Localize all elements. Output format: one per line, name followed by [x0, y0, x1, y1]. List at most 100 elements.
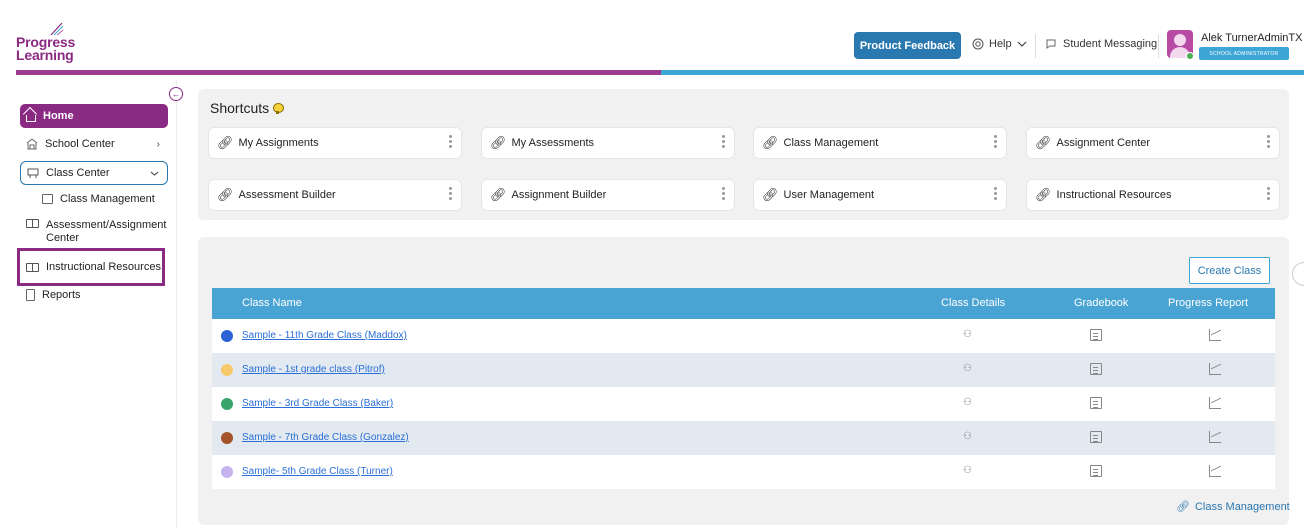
student-messaging-link[interactable]: Student Messaging	[1045, 38, 1157, 50]
header-divider	[1158, 34, 1159, 58]
shortcuts-title-text: Shortcuts	[210, 100, 270, 116]
shortcut-card[interactable]: 🔗︎ Assessment Builder	[209, 180, 461, 210]
class-name-link[interactable]: Sample - 7th Grade Class (Gonzalez)	[242, 432, 409, 443]
progress-chart-icon[interactable]	[1209, 465, 1221, 477]
gradebook-icon[interactable]	[1090, 363, 1102, 375]
class-color-dot	[221, 330, 233, 342]
class-details-icon[interactable]: ⚇	[963, 431, 975, 443]
shortcut-label: My Assignments	[238, 137, 319, 149]
sidebar-item-label: Class Center	[46, 167, 110, 179]
class-details-icon[interactable]: ⚇	[963, 363, 975, 375]
progress-chart-icon[interactable]	[1209, 363, 1221, 375]
shortcut-label: Class Management	[783, 137, 879, 149]
help-lifebuoy-icon	[972, 38, 984, 50]
class-name-link[interactable]: Sample - 3rd Grade Class (Baker)	[242, 398, 393, 409]
more-options-icon[interactable]	[1267, 135, 1270, 148]
more-options-icon[interactable]	[994, 187, 997, 200]
shortcut-label: Instructional Resources	[1056, 189, 1172, 201]
progress-chart-icon[interactable]	[1209, 397, 1221, 409]
home-icon	[26, 114, 36, 122]
sidebar-item-assessment-center[interactable]: Assessment/Assignment Center	[26, 219, 172, 245]
shortcut-card[interactable]: 🔗︎ Instructional Resources	[1027, 180, 1279, 210]
shortcut-label: User Management	[783, 189, 875, 201]
more-options-icon[interactable]	[1267, 187, 1270, 200]
shortcut-card[interactable]: 🔗︎ Class Management	[754, 128, 1006, 158]
online-status-dot	[1186, 52, 1194, 60]
link-icon: 🔗︎	[1176, 501, 1190, 513]
shortcut-card[interactable]: 🔗︎ My Assignments	[209, 128, 461, 158]
shortcuts-title: Shortcuts	[210, 100, 285, 116]
gradebook-icon[interactable]	[1090, 329, 1102, 341]
class-table-header: Class Name Class Details Gradebook Progr…	[212, 288, 1275, 319]
column-header-progress-report[interactable]: Progress Report	[1168, 297, 1248, 309]
class-management-icon	[42, 194, 53, 204]
book-icon	[26, 219, 39, 228]
shortcut-card[interactable]: 🔗︎ Assignment Center	[1027, 128, 1279, 158]
user-name[interactable]: Alek TurnerAdminTX	[1201, 32, 1302, 44]
more-options-icon[interactable]	[722, 135, 725, 148]
shortcut-card[interactable]: 🔗︎ User Management	[754, 180, 1006, 210]
classroom-icon	[27, 168, 39, 178]
lightbulb-icon	[273, 102, 285, 114]
column-header-gradebook[interactable]: Gradebook	[1074, 297, 1128, 309]
gradebook-icon[interactable]	[1090, 465, 1102, 477]
class-management-footer-link[interactable]: 🔗︎ Class Management	[1176, 500, 1290, 514]
table-row: Sample - 11th Grade Class (Maddox) ⚇	[212, 319, 1275, 353]
header-color-stripe	[16, 70, 1304, 75]
gradebook-icon[interactable]	[1090, 431, 1102, 443]
class-details-icon[interactable]: ⚇	[963, 329, 975, 341]
sidebar-item-home[interactable]: Home	[20, 104, 168, 128]
sidebar-item-label: Reports	[42, 289, 81, 301]
sidebar-item-class-center[interactable]: Class Center	[20, 161, 168, 185]
link-icon: 🔗︎	[490, 135, 507, 150]
gradebook-icon[interactable]	[1090, 397, 1102, 409]
class-details-icon[interactable]: ⚇	[963, 397, 975, 409]
shortcut-card[interactable]: 🔗︎ My Assessments	[482, 128, 734, 158]
link-icon: 🔗︎	[217, 187, 234, 202]
help-menu[interactable]: Help	[972, 38, 1027, 50]
sidebar-item-label: Home	[43, 110, 74, 122]
more-options-icon[interactable]	[722, 187, 725, 200]
more-options-icon[interactable]	[449, 135, 452, 148]
collapse-sidebar-icon[interactable]: ←	[169, 87, 183, 101]
sidebar-item-label: Class Management	[60, 193, 155, 205]
sidebar-item-label: School Center	[45, 138, 115, 150]
shortcut-label: Assignment Center	[1056, 137, 1151, 149]
link-icon: 🔗︎	[762, 135, 779, 150]
class-name-link[interactable]: Sample- 5th Grade Class (Turner)	[242, 466, 393, 477]
top-header: Progress Learning Product Feedback Help …	[0, 0, 1304, 76]
scroll-edge-button[interactable]	[1292, 262, 1304, 286]
chevron-down-icon	[1017, 41, 1027, 47]
class-color-dot	[221, 432, 233, 444]
shortcut-label: Assessment Builder	[238, 189, 336, 201]
more-options-icon[interactable]	[994, 135, 997, 148]
sidebar-item-label: Assessment/Assignment Center	[46, 219, 167, 244]
chevron-down-icon	[150, 171, 159, 176]
create-class-button[interactable]: Create Class	[1189, 257, 1270, 284]
link-icon: 🔗︎	[490, 187, 507, 202]
sidebar-item-reports[interactable]: Reports	[26, 286, 81, 304]
user-role-badge: SCHOOL ADMINISTRATOR	[1199, 47, 1289, 60]
product-feedback-button[interactable]: Product Feedback	[854, 32, 961, 59]
report-document-icon	[26, 289, 35, 301]
help-label: Help	[989, 38, 1012, 50]
highlight-box	[17, 248, 165, 286]
class-name-link[interactable]: Sample - 11th Grade Class (Maddox)	[242, 330, 407, 341]
chat-bubble-icon	[1046, 39, 1056, 49]
column-header-class-name[interactable]: Class Name	[242, 297, 302, 309]
class-details-icon[interactable]: ⚇	[963, 465, 975, 477]
shortcut-card[interactable]: 🔗︎ Assignment Builder	[482, 180, 734, 210]
avatar-head	[1174, 34, 1186, 46]
class-name-link[interactable]: Sample - 1st grade class (Pitrof)	[242, 364, 385, 375]
stripe-blue	[661, 70, 1304, 75]
progress-chart-icon[interactable]	[1209, 329, 1221, 341]
column-header-class-details[interactable]: Class Details	[941, 297, 1005, 309]
shortcut-label: Assignment Builder	[511, 189, 607, 201]
sidebar-item-class-management[interactable]: Class Management	[42, 190, 155, 208]
sidebar-item-school-center[interactable]: School Center ›	[20, 132, 168, 156]
more-options-icon[interactable]	[449, 187, 452, 200]
shortcut-label: My Assessments	[511, 137, 595, 149]
progress-chart-icon[interactable]	[1209, 431, 1221, 443]
messaging-label: Student Messaging	[1063, 38, 1158, 50]
class-color-dot	[221, 364, 233, 376]
